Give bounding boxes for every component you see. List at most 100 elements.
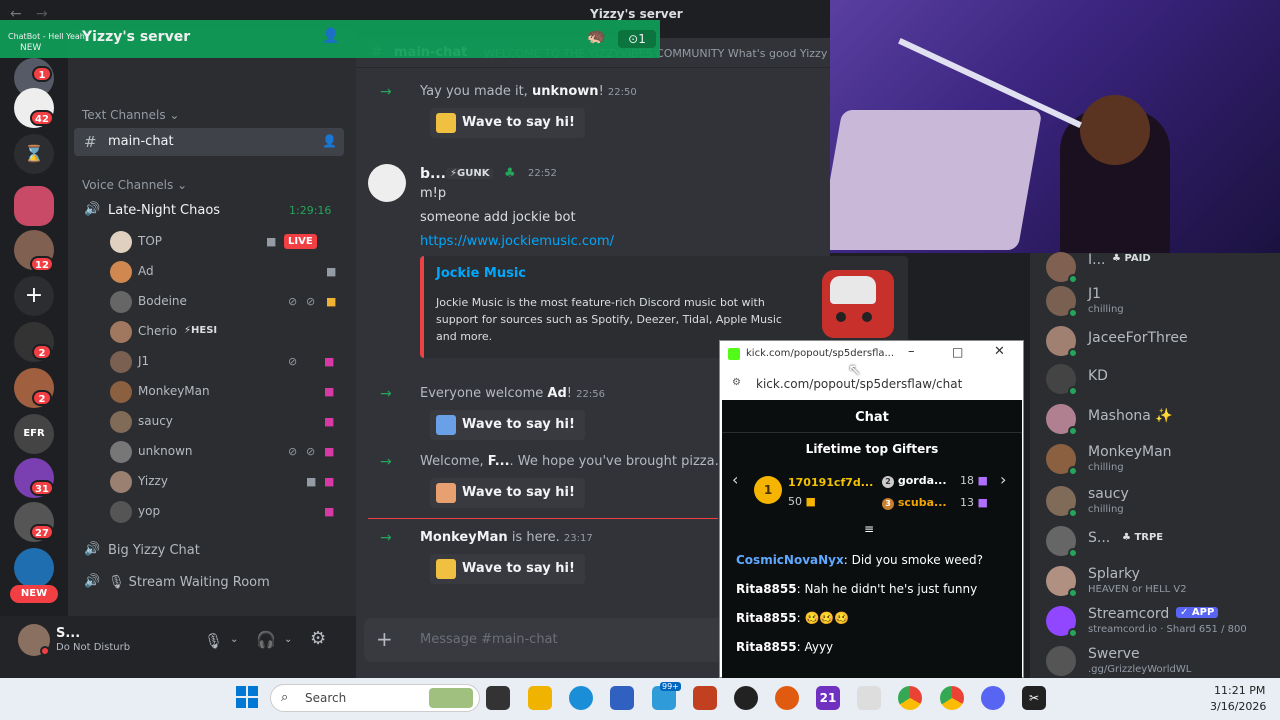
windows-start-icon[interactable] — [236, 686, 258, 708]
mail-icon[interactable] — [610, 686, 634, 710]
voice-user-name: Ad — [138, 264, 154, 278]
member-name: Mashona ✨ — [1088, 408, 1173, 424]
app-icon[interactable]: 21 — [816, 686, 840, 710]
message-author[interactable]: b... — [420, 166, 446, 182]
deafened-icon: ⊘ — [306, 295, 316, 308]
member-item[interactable]: S... ♣ TRPE — [1046, 522, 1276, 558]
chat-message: Rita8855: 🥴🥴🥴 — [736, 611, 850, 625]
server-icon[interactable] — [14, 186, 54, 226]
site-settings-icon[interactable]: ⚙ — [732, 377, 741, 388]
clock-date[interactable]: 3/16/2026 — [1210, 700, 1266, 713]
message-input[interactable]: Message #main-chat — [420, 632, 558, 647]
mention-badge: 42 — [30, 110, 54, 126]
activity-icon: ■ — [324, 415, 335, 428]
chrome-icon[interactable] — [940, 686, 964, 710]
voice-user-cherio[interactable]: Cherio ⚡HESI — [108, 320, 344, 344]
add-server-icon[interactable]: + — [14, 276, 54, 316]
maximize-icon[interactable]: □ — [952, 345, 963, 359]
voice-user-j1[interactable]: J1 ⊘ ■ — [108, 350, 344, 374]
capcut-icon[interactable]: ✂ — [1022, 686, 1046, 710]
member-item[interactable]: Splarky HEAVEN or HELL V2 — [1046, 562, 1276, 598]
server-icon[interactable] — [14, 548, 54, 588]
message-input-box[interactable]: + Message #main-chat — [364, 618, 724, 662]
voice-channel-big-yizzy-chat[interactable]: 🔊 Big Yizzy Chat — [84, 540, 344, 562]
member-item[interactable]: saucy chilling — [1046, 482, 1276, 518]
app-icon[interactable] — [775, 686, 799, 710]
collapse-icon[interactable]: ≡ — [864, 522, 874, 536]
category-text-channels[interactable]: Text Channels ⌄ — [82, 108, 179, 122]
close-icon[interactable]: ✕ — [994, 344, 1005, 359]
member-activity: chilling — [1088, 504, 1124, 515]
member-item[interactable]: MonkeyMan chilling — [1046, 440, 1276, 476]
avatar[interactable] — [368, 164, 406, 202]
obs-icon[interactable] — [734, 686, 758, 710]
activity-icon: ■ — [324, 385, 335, 398]
voice-user-unknown[interactable]: unknown ⊘ ⊘ ■ — [108, 440, 344, 464]
member-item[interactable]: JaceeForThree — [1046, 322, 1276, 358]
calculator-icon[interactable] — [693, 686, 717, 710]
server-tag: ⚡HESI — [184, 325, 218, 336]
task-view-icon[interactable] — [486, 686, 510, 710]
voice-channel-stream-waiting-room[interactable]: 🔊 🎙 Stream Waiting Room — [84, 572, 344, 594]
member-item[interactable]: Streamcord ✓ APP streamcord.io · Shard 6… — [1046, 602, 1276, 638]
wave-button[interactable]: Wave to say hi! — [430, 478, 585, 508]
voice-channel-late-night-chaos[interactable]: 🔊 Late-Night Chaos 1:29:16 — [84, 200, 344, 222]
system-message: Everyone welcome Ad! 22:56 — [420, 386, 605, 401]
wave-button[interactable]: Wave to say hi! — [430, 554, 585, 584]
chevron-left-icon[interactable]: ‹ — [732, 470, 738, 489]
member-name: S... — [1088, 530, 1111, 546]
file-icon[interactable] — [857, 686, 881, 710]
join-arrow-icon: → — [380, 84, 392, 100]
member-item[interactable]: Mashona ✨ — [1046, 400, 1276, 436]
voice-user-yop[interactable]: yop ■ — [108, 500, 344, 524]
chevron-right-icon[interactable]: › — [1000, 470, 1006, 489]
server-icon[interactable]: EFR — [14, 414, 54, 454]
voice-user-monkeyman[interactable]: MonkeyMan ■ — [108, 380, 344, 404]
avatar — [110, 411, 132, 433]
mouse-cursor-icon: ↖ — [848, 360, 862, 379]
minimize-icon[interactable]: – — [908, 344, 915, 359]
channel-main-chat[interactable]: # main-chat 👤 — [74, 128, 344, 156]
hourglass-icon[interactable]: ⌛ — [14, 134, 54, 174]
add-member-icon[interactable]: 👤 — [322, 134, 337, 148]
notification-badge: 99+ — [660, 682, 681, 691]
wave-button[interactable]: Wave to say hi! — [430, 410, 585, 440]
microphone-icon[interactable]: 🎙 — [204, 632, 223, 650]
gifter-name[interactable]: 170191cf7d... — [788, 476, 873, 489]
gifter-row[interactable]: 2 gorda... — [882, 474, 947, 488]
wave-button[interactable]: Wave to say hi! — [430, 108, 585, 138]
chevron-down-icon[interactable]: ⌄ — [230, 634, 238, 645]
discord-icon[interactable] — [981, 686, 1005, 710]
file-explorer-icon[interactable] — [528, 686, 552, 710]
edge-icon[interactable] — [569, 686, 593, 710]
embed-title[interactable]: Jockie Music — [436, 266, 526, 281]
gear-icon[interactable]: ⚙ — [310, 628, 326, 649]
avatar — [110, 291, 132, 313]
member-item[interactable]: J1 chilling — [1046, 282, 1276, 318]
headphones-icon[interactable]: 🎧 — [256, 630, 276, 649]
popup-url[interactable]: kick.com/popout/sp5dersflaw/chat — [756, 377, 962, 391]
clock-time[interactable]: 11:21 PM — [1214, 684, 1265, 697]
chevron-down-icon[interactable]: ⌄ — [174, 30, 184, 44]
add-attachment-icon[interactable]: + — [376, 627, 393, 651]
voice-user-bodeine[interactable]: Bodeine ⊘ ⊘ ■ — [108, 290, 344, 314]
voice-user-yizzy[interactable]: Yizzy ■ ■ — [108, 470, 344, 494]
member-item[interactable]: I... ♣ PAID — [1046, 248, 1276, 284]
member-item[interactable]: KD — [1046, 360, 1276, 396]
gift-icon: ■ — [326, 295, 337, 308]
voice-user-ad[interactable]: Ad ■ — [108, 260, 344, 284]
category-voice-channels[interactable]: Voice Channels ⌄ — [82, 178, 187, 192]
chat-message: Rita8855: Nah he didn't he's just funny — [736, 582, 978, 596]
chevron-down-icon[interactable]: ⌄ — [284, 634, 292, 645]
add-member-icon[interactable]: 👤 — [322, 28, 339, 44]
member-item[interactable]: Swerve .gg/GrizzleyWorldWL — [1046, 642, 1276, 676]
voice-user-top[interactable]: TOP ■ LIVE — [108, 230, 344, 254]
mention-badge: 2 — [32, 344, 52, 360]
gifter-row[interactable]: 3 scuba... — [882, 496, 947, 510]
taskbar-search[interactable]: ⌕ Search — [270, 684, 480, 712]
chrome-icon[interactable] — [898, 686, 922, 710]
avatar — [110, 471, 132, 493]
voice-user-saucy[interactable]: saucy ■ — [108, 410, 344, 434]
role-icon: ♣ — [504, 166, 516, 181]
message-link[interactable]: https://www.jockiemusic.com/ — [420, 234, 614, 249]
